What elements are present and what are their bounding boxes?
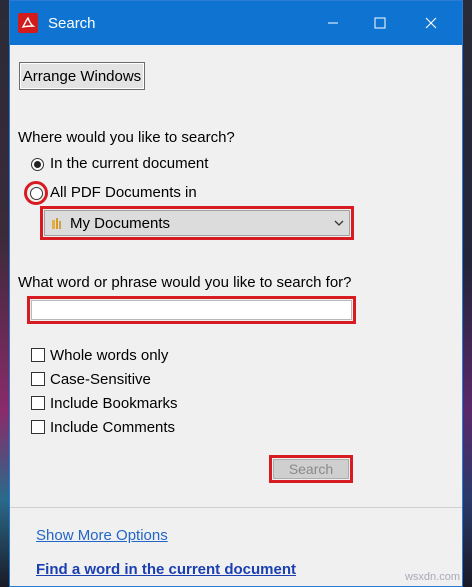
maximize-button[interactable] bbox=[357, 1, 403, 45]
radio-current-document[interactable] bbox=[31, 158, 44, 171]
arrange-windows-button[interactable]: Arrange Windows bbox=[19, 62, 145, 90]
checkbox-include-bookmarks-label: Include Bookmarks bbox=[50, 395, 178, 412]
minimize-icon bbox=[328, 22, 338, 24]
location-dropdown[interactable]: My Documents bbox=[44, 210, 350, 236]
title-bar[interactable]: Search bbox=[10, 1, 462, 45]
checkbox-whole-words[interactable] bbox=[31, 348, 45, 362]
acrobat-icon bbox=[18, 13, 38, 33]
checkbox-case-sensitive-label: Case-Sensitive bbox=[50, 371, 151, 388]
checkbox-include-comments-label: Include Comments bbox=[50, 419, 176, 436]
show-more-options-link[interactable]: Show More Options bbox=[36, 527, 168, 544]
what-question-label: What word or phrase would you like to se… bbox=[18, 274, 352, 291]
watermark: wsxdn.com bbox=[404, 571, 460, 583]
desktop-background-right bbox=[463, 0, 472, 587]
where-question-label: Where would you like to search? bbox=[18, 129, 235, 146]
desktop-background-left bbox=[0, 0, 9, 587]
checkbox-include-bookmarks[interactable] bbox=[31, 396, 45, 410]
folder-icon bbox=[50, 216, 64, 230]
checkbox-include-comments[interactable] bbox=[31, 420, 45, 434]
radio-all-pdf-documents[interactable] bbox=[30, 187, 43, 200]
search-window: Search Arrange Windows Where would you l… bbox=[9, 0, 463, 587]
search-button[interactable]: Search bbox=[273, 459, 349, 479]
window-title: Search bbox=[48, 14, 96, 32]
chevron-down-icon bbox=[333, 216, 345, 233]
radio-current-document-label: In the current document bbox=[50, 155, 209, 172]
close-icon bbox=[425, 17, 437, 29]
radio-all-pdf-documents-label: All PDF Documents in bbox=[50, 184, 197, 201]
divider bbox=[10, 507, 462, 508]
checkbox-whole-words-label: Whole words only bbox=[50, 347, 169, 364]
checkbox-case-sensitive[interactable] bbox=[31, 372, 45, 386]
close-button[interactable] bbox=[408, 1, 454, 45]
find-word-link[interactable]: Find a word in the current document bbox=[36, 561, 296, 578]
minimize-button[interactable] bbox=[310, 1, 356, 45]
location-dropdown-value: My Documents bbox=[70, 214, 171, 232]
search-phrase-input[interactable] bbox=[31, 300, 352, 320]
maximize-icon bbox=[374, 17, 386, 29]
